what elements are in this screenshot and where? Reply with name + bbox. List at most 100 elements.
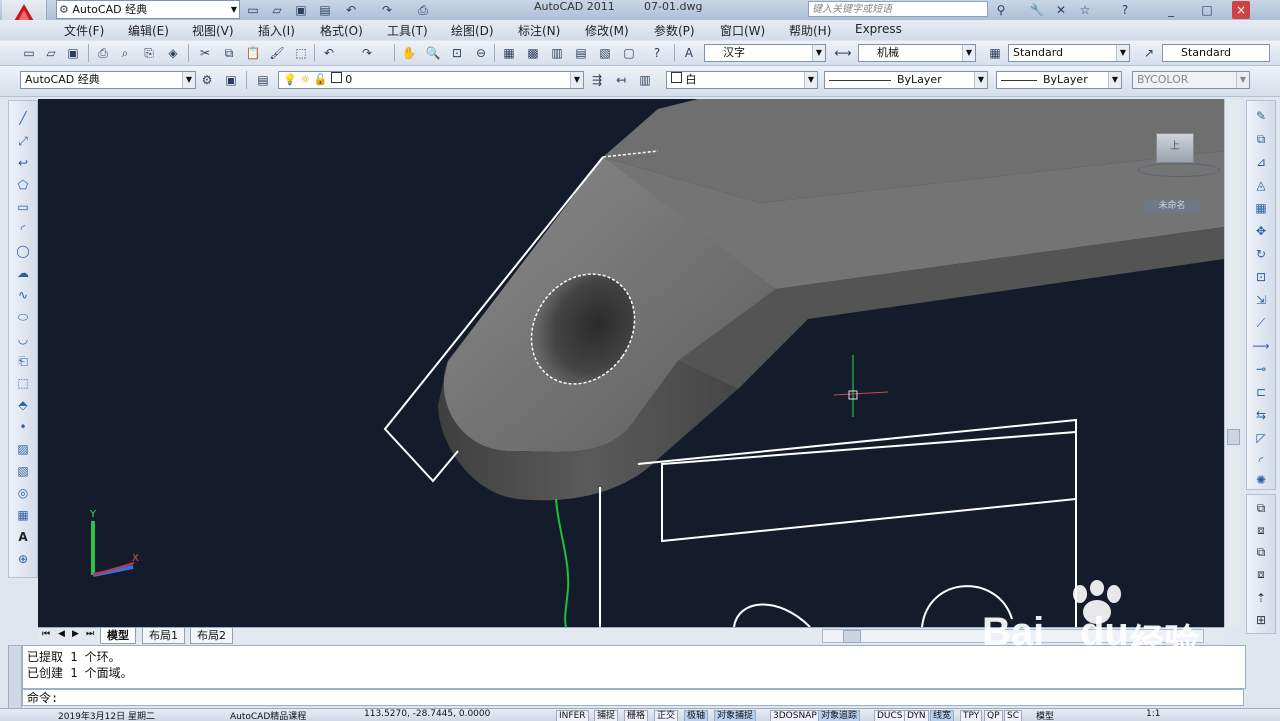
menu-view[interactable]: 视图(V): [192, 22, 234, 39]
menu-edit[interactable]: 编辑(E): [128, 22, 169, 39]
layer-dropdown[interactable]: 💡 ☼ 🔓 0 ▼: [278, 71, 584, 89]
workspace-save-icon[interactable]: ▣: [222, 71, 240, 89]
rectangle-icon[interactable]: ▭: [14, 198, 32, 216]
dim-style-icon[interactable]: ⟷: [834, 44, 852, 62]
undo-icon[interactable]: ↶: [342, 1, 360, 19]
chamfer-icon[interactable]: ◸: [1252, 429, 1270, 447]
save-as-icon[interactable]: ▤: [316, 1, 334, 19]
coordinates-readout[interactable]: 113.5270, -28.7445, 0.0000: [364, 709, 490, 719]
toggle-grid[interactable]: 栅格: [624, 710, 649, 721]
open-icon[interactable]: ▱: [42, 44, 60, 62]
add-selected-icon[interactable]: ⊕: [14, 550, 32, 568]
tab-nav-prev-icon[interactable]: ◀: [58, 629, 65, 639]
toggle-infer[interactable]: INFER: [556, 710, 589, 721]
color-dropdown[interactable]: 白 ▼: [666, 71, 818, 89]
zoom-window-icon[interactable]: ⊡: [448, 44, 466, 62]
join-icon[interactable]: ⇆: [1252, 406, 1270, 424]
toggle-lineweight[interactable]: 线宽: [930, 710, 955, 721]
3d-publish-icon[interactable]: ◈: [164, 44, 182, 62]
help-icon[interactable]: ?: [648, 44, 666, 62]
help-icon[interactable]: ?: [1116, 1, 1134, 19]
toggle-sc[interactable]: SC: [1004, 710, 1022, 721]
zoom-realtime-icon[interactable]: 🔍: [424, 44, 442, 62]
horizontal-scroll-thumb[interactable]: [843, 630, 861, 643]
new-file-icon[interactable]: ▭: [244, 1, 262, 19]
gradient-icon[interactable]: ▧: [14, 462, 32, 480]
toggle-ducs[interactable]: DUCS: [874, 710, 906, 721]
save-icon[interactable]: ▣: [292, 1, 310, 19]
erase-icon[interactable]: ✎: [1252, 107, 1270, 125]
command-window-grip[interactable]: [8, 645, 22, 709]
close-icon[interactable]: ×: [1232, 1, 1250, 19]
copy-icon[interactable]: ⧉: [220, 44, 238, 62]
new-icon[interactable]: ▭: [20, 44, 38, 62]
text-style-dropdown[interactable]: 汉字 ▼: [704, 44, 826, 62]
menu-modify[interactable]: 修改(M): [585, 22, 629, 39]
toggle-qp[interactable]: QP: [984, 710, 1003, 721]
vertical-scroll-thumb[interactable]: [1227, 429, 1240, 445]
ucs-menu[interactable]: 未命名: [1144, 199, 1200, 213]
bring-to-front-icon[interactable]: ⧉: [1252, 499, 1270, 517]
menu-help[interactable]: 帮助(H): [789, 22, 831, 39]
table-style-icon[interactable]: ▦: [986, 44, 1004, 62]
line-icon[interactable]: ╱: [14, 109, 32, 127]
toggle-osnap[interactable]: 对象捕捉: [714, 710, 757, 721]
cut-icon[interactable]: ✂: [196, 44, 214, 62]
bring-above-icon[interactable]: ⧉: [1252, 543, 1270, 561]
viewcube[interactable]: 上: [1138, 127, 1224, 177]
pan-icon[interactable]: ✋: [400, 44, 418, 62]
publish-icon[interactable]: ⎘: [140, 44, 158, 62]
linetype-dropdown[interactable]: ByLayer ▼: [824, 71, 988, 89]
arc-icon[interactable]: ◜: [14, 220, 32, 238]
workspace-dropdown[interactable]: AutoCAD 经典 ▼: [20, 71, 196, 89]
make-block-icon[interactable]: ⬚: [14, 374, 32, 392]
plot-icon[interactable]: ⎙: [414, 1, 432, 19]
construction-line-icon[interactable]: ⤢: [14, 132, 32, 150]
viewcube-compass[interactable]: [1138, 163, 1220, 177]
workspace-switch-dropdown[interactable]: ⚙ AutoCAD 经典 ▼: [56, 0, 240, 19]
tab-layout1[interactable]: 布局1: [142, 628, 185, 644]
array-icon[interactable]: ▦: [1252, 199, 1270, 217]
ellipse-arc-icon[interactable]: ◡: [14, 330, 32, 348]
bring-dims-front-icon[interactable]: ⊞: [1252, 611, 1270, 629]
layer-properties-icon[interactable]: ▤: [254, 71, 272, 89]
communication-icon[interactable]: ✕: [1052, 1, 1070, 19]
multiline-text-icon[interactable]: A: [14, 528, 32, 546]
rotate-icon[interactable]: ↻: [1252, 245, 1270, 263]
text-style-icon[interactable]: A: [680, 44, 698, 62]
trim-icon[interactable]: ⟋: [1252, 314, 1270, 332]
plotstyle-dropdown[interactable]: BYCOLOR ▼: [1132, 71, 1250, 89]
fillet-icon[interactable]: ◜: [1252, 452, 1270, 470]
menu-draw[interactable]: 绘图(D): [451, 22, 494, 39]
send-to-back-icon[interactable]: ⧈: [1252, 521, 1270, 539]
spline-icon[interactable]: ∿: [14, 286, 32, 304]
annotation-scale[interactable]: 1:1: [1146, 709, 1160, 719]
lineweight-dropdown[interactable]: ByLayer ▼: [996, 71, 1122, 89]
command-input[interactable]: 命令:: [22, 689, 1244, 706]
mleader-style-dropdown[interactable]: Standard: [1162, 44, 1270, 62]
hatch-tool-icon[interactable]: ⬘: [14, 396, 32, 414]
drawing-viewport[interactable]: Y X 上 未命名: [38, 99, 1224, 627]
match-properties-icon[interactable]: 🖌: [268, 44, 286, 62]
paste-icon[interactable]: 📋: [244, 44, 262, 62]
tool-palettes-icon[interactable]: ▥: [548, 44, 566, 62]
undo-icon[interactable]: ↶: [320, 44, 338, 62]
scale-icon[interactable]: ⊡: [1252, 268, 1270, 286]
send-under-icon[interactable]: ⧈: [1252, 565, 1270, 583]
toggle-ortho[interactable]: 正交: [654, 710, 679, 721]
plot-preview-icon[interactable]: ⌕: [116, 44, 134, 62]
mirror-icon[interactable]: ⊿: [1252, 153, 1270, 171]
open-file-icon[interactable]: ▱: [268, 1, 286, 19]
properties-icon[interactable]: ▦: [500, 44, 518, 62]
ellipse-icon[interactable]: ⬭: [14, 308, 32, 326]
viewcube-face[interactable]: 上: [1156, 133, 1194, 163]
table-style-dropdown[interactable]: Standard ▼: [1008, 44, 1130, 62]
explode-icon[interactable]: ✺: [1252, 471, 1270, 489]
layer-state-icon[interactable]: ▥: [636, 71, 654, 89]
toggle-dyn[interactable]: DYN: [904, 710, 929, 721]
mleader-style-icon[interactable]: ↗: [1140, 44, 1158, 62]
model-space-button[interactable]: 模型: [1036, 709, 1054, 721]
calculator-icon[interactable]: ▢: [620, 44, 638, 62]
move-icon[interactable]: ✥: [1252, 222, 1270, 240]
dim-style-dropdown[interactable]: 机械 ▼: [858, 44, 976, 62]
